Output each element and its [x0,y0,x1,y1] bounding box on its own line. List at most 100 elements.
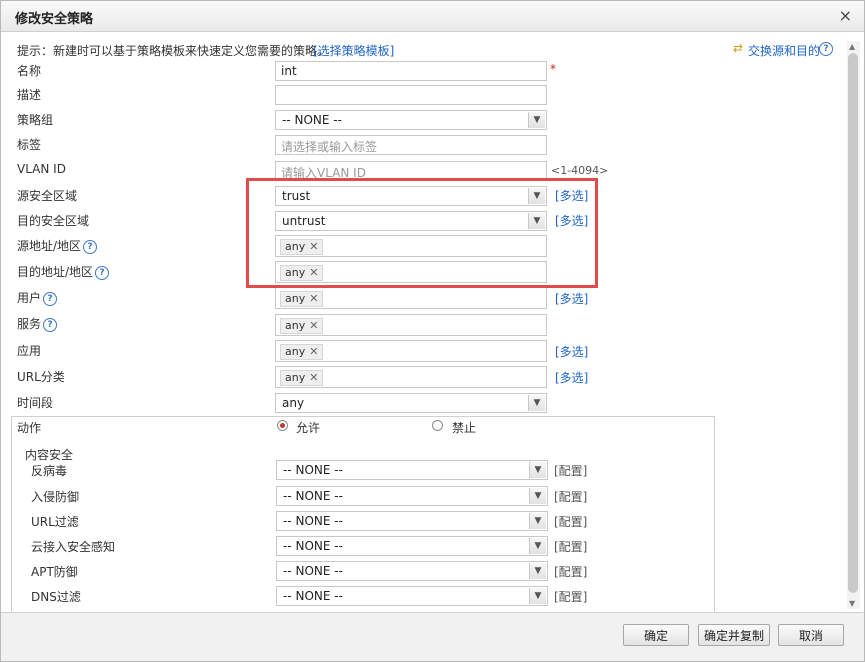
remove-tag-icon[interactable]: ✕ [309,319,318,332]
user-input[interactable]: any ✕ [275,287,547,309]
url-category-label: URL分类 [17,370,65,384]
hint-text: 提示：新建时可以基于策略模板来快速定义您需要的策略。 [17,44,330,58]
user-tag: any ✕ [280,291,324,307]
vlan-id-label: VLAN ID [17,162,66,176]
name-label: 名称 [17,64,42,78]
tag-text: any [285,371,306,384]
remove-tag-icon[interactable]: ✕ [309,371,318,384]
application-input[interactable]: any ✕ [275,340,547,362]
policy-group-value: -- NONE -- [282,113,342,127]
swap-icon[interactable]: ⇄ [733,41,743,55]
ok-and-copy-button[interactable]: 确定并复制 [698,624,770,646]
application-label: 应用 [17,344,42,358]
ips-select[interactable]: -- NONE -- ▼ [276,486,548,506]
source-zone-label: 源安全区域 [17,189,78,203]
source-address-label-text: 源地址/地区 [17,239,82,253]
dialog-title: 修改安全策略 [15,12,94,27]
source-address-label: 源地址/地区? [17,237,98,254]
help-icon[interactable]: ? [43,317,58,332]
scroll-up-icon[interactable]: ▲ [849,42,855,51]
antivirus-select[interactable]: -- NONE -- ▼ [276,460,548,480]
cloud-access-config-link[interactable]: [配置] [554,538,587,555]
tag-text: any [285,345,306,358]
apt-config-link[interactable]: [配置] [554,563,587,580]
url-category-multi-link[interactable]: [多选] [555,369,588,386]
apt-select[interactable]: -- NONE -- ▼ [276,561,548,581]
user-multi-link[interactable]: [多选] [555,290,588,307]
chevron-down-icon[interactable]: ▼ [529,538,546,554]
tag-text: any [285,292,306,305]
application-tag: any ✕ [280,344,324,360]
cloud-access-label: 云接入安全感知 [31,540,116,554]
edit-security-policy-dialog: 修改安全策略 × 提示：新建时可以基于策略模板来快速定义您需要的策略。 [选择策… [0,0,865,662]
swap-src-dst-link[interactable]: 交换源和目的 [748,42,820,59]
service-label: 服务? [17,315,58,332]
vlan-range-hint: <1-4094> [551,164,609,177]
required-mark: * [550,62,556,76]
chevron-down-icon[interactable]: ▼ [529,513,546,529]
swap-help-icon[interactable]: ? [819,42,833,56]
tag-text: any [285,319,306,332]
destination-zone-label: 目的安全区域 [17,214,90,228]
dialog-footer: 确定 确定并复制 取消 [1,612,864,661]
url-filter-config-link[interactable]: [配置] [554,513,587,530]
close-icon[interactable]: × [839,6,852,25]
chevron-down-icon[interactable]: ▼ [529,488,546,504]
policy-group-label: 策略组 [17,113,54,127]
chevron-down-icon[interactable]: ▼ [529,462,546,478]
antivirus-value: -- NONE -- [283,463,343,477]
title-bar: 修改安全策略 × [1,1,864,32]
url-filter-value: -- NONE -- [283,514,343,528]
description-label: 描述 [17,88,42,102]
dns-filter-config-link[interactable]: [配置] [554,588,587,605]
content-security-legend: 内容安全 [23,446,76,463]
help-icon[interactable]: ? [83,239,98,254]
url-category-tag: any ✕ [280,370,324,386]
remove-tag-icon[interactable]: ✕ [309,292,318,305]
dns-filter-label: DNS过滤 [31,590,81,604]
destination-address-label-text: 目的地址/地区 [17,265,94,279]
help-icon[interactable]: ? [43,291,58,306]
cancel-button[interactable]: 取消 [778,624,844,646]
description-input[interactable] [275,85,547,105]
destination-address-label: 目的地址/地区? [17,263,110,280]
dns-filter-select[interactable]: -- NONE -- ▼ [276,586,548,606]
tag-input[interactable]: 请选择或输入标签 [275,135,547,155]
ips-config-link[interactable]: [配置] [554,488,587,505]
time-range-label: 时间段 [17,396,54,410]
cloud-access-value: -- NONE -- [283,539,343,553]
select-template-link[interactable]: [选择策略模板] [313,42,394,59]
highlight-box [246,178,598,288]
scrollbar-thumb[interactable] [848,53,858,593]
apt-value: -- NONE -- [283,564,343,578]
chevron-down-icon[interactable]: ▼ [529,588,546,604]
antivirus-label: 反病毒 [31,464,68,478]
apt-label: APT防御 [31,565,78,579]
scroll-down-icon[interactable]: ▼ [849,599,855,608]
url-filter-label: URL过滤 [31,515,79,529]
ips-label: 入侵防御 [31,490,80,504]
url-filter-select[interactable]: -- NONE -- ▼ [276,511,548,531]
service-input[interactable]: any ✕ [275,314,547,336]
chevron-down-icon[interactable]: ▼ [529,563,546,579]
tag-label: 标签 [17,138,42,152]
vertical-scrollbar[interactable]: ▲ ▼ [847,41,860,609]
application-multi-link[interactable]: [多选] [555,343,588,360]
cloud-access-select[interactable]: -- NONE -- ▼ [276,536,548,556]
user-label-text: 用户 [17,291,42,305]
chevron-down-icon[interactable]: ▼ [528,395,545,411]
antivirus-config-link[interactable]: [配置] [554,462,587,479]
help-icon[interactable]: ? [95,265,110,280]
service-label-text: 服务 [17,317,42,331]
time-range-value: any [282,396,305,410]
ips-value: -- NONE -- [283,489,343,503]
user-label: 用户? [17,289,58,306]
url-category-input[interactable]: any ✕ [275,366,547,388]
service-tag: any ✕ [280,318,324,334]
time-range-select[interactable]: any ▼ [275,393,547,413]
ok-button[interactable]: 确定 [623,624,689,646]
remove-tag-icon[interactable]: ✕ [309,345,318,358]
policy-group-select[interactable]: -- NONE -- ▼ [275,110,547,130]
chevron-down-icon[interactable]: ▼ [528,112,545,128]
name-input[interactable]: int [275,61,547,81]
